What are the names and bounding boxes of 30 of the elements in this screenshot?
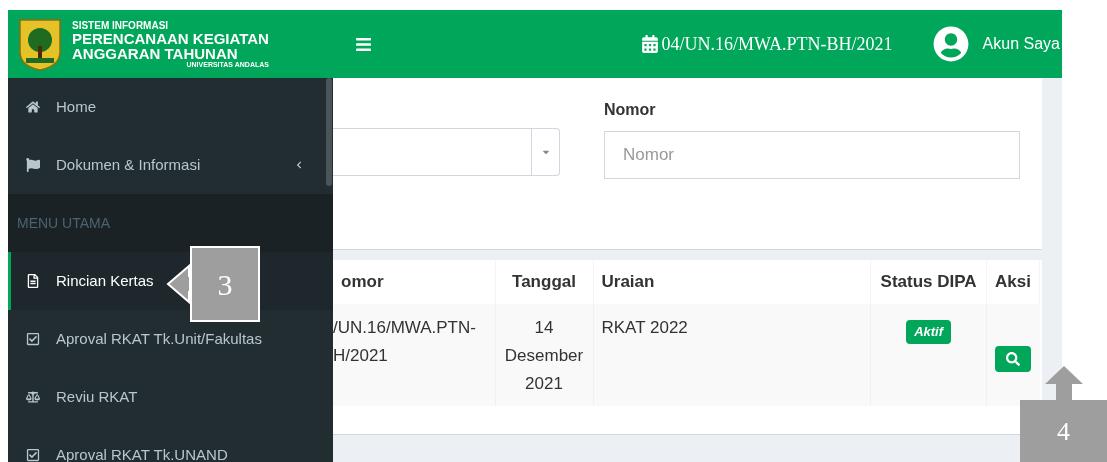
university-emblem-icon: [16, 16, 64, 72]
flag-icon: [26, 158, 40, 172]
select-field[interactable]: [333, 128, 560, 176]
brand-title: ANGGARAN TAHUNAN: [72, 45, 239, 61]
view-button[interactable]: [995, 346, 1032, 372]
home-icon: [26, 100, 40, 114]
step-number-tooltip: 3: [190, 246, 260, 322]
search-icon: [1006, 352, 1021, 366]
status-badge: Aktif: [906, 320, 951, 344]
arrow-up-icon: [1043, 366, 1084, 400]
table-cell: 14 Desember 2021: [495, 304, 593, 406]
table-cell: /UN.16/MWA.PTN- H/2021: [333, 304, 495, 406]
document-icon: [26, 274, 40, 288]
checkbox-icon: [26, 332, 40, 346]
sidebar-header: MENU UTAMA: [8, 194, 333, 252]
sidebar-item[interactable]: Aproval RKAT Tk.UNAND: [8, 426, 333, 462]
sidebar-item[interactable]: Reviu RKAT: [8, 368, 333, 426]
brand-title: PERENCANAAN KEGIATAN: [72, 30, 269, 46]
calendar-icon: [640, 35, 659, 53]
table-cell: RKAT 2022: [593, 304, 871, 406]
scales-icon: [26, 390, 40, 404]
sidebar-item[interactable]: Dokumen & Informasi: [8, 136, 333, 194]
menu-icon: [355, 35, 372, 53]
checkbox-icon: [26, 448, 40, 462]
brand-subtitle: SISTEM INFORMASI: [72, 20, 170, 31]
sidebar-item[interactable]: Home: [8, 78, 333, 136]
field-label: Nomor: [604, 100, 657, 120]
nomor-input[interactable]: Nomor: [604, 131, 1020, 179]
avatar-icon: [932, 26, 969, 62]
step-number-tooltip: 4: [1020, 400, 1107, 462]
